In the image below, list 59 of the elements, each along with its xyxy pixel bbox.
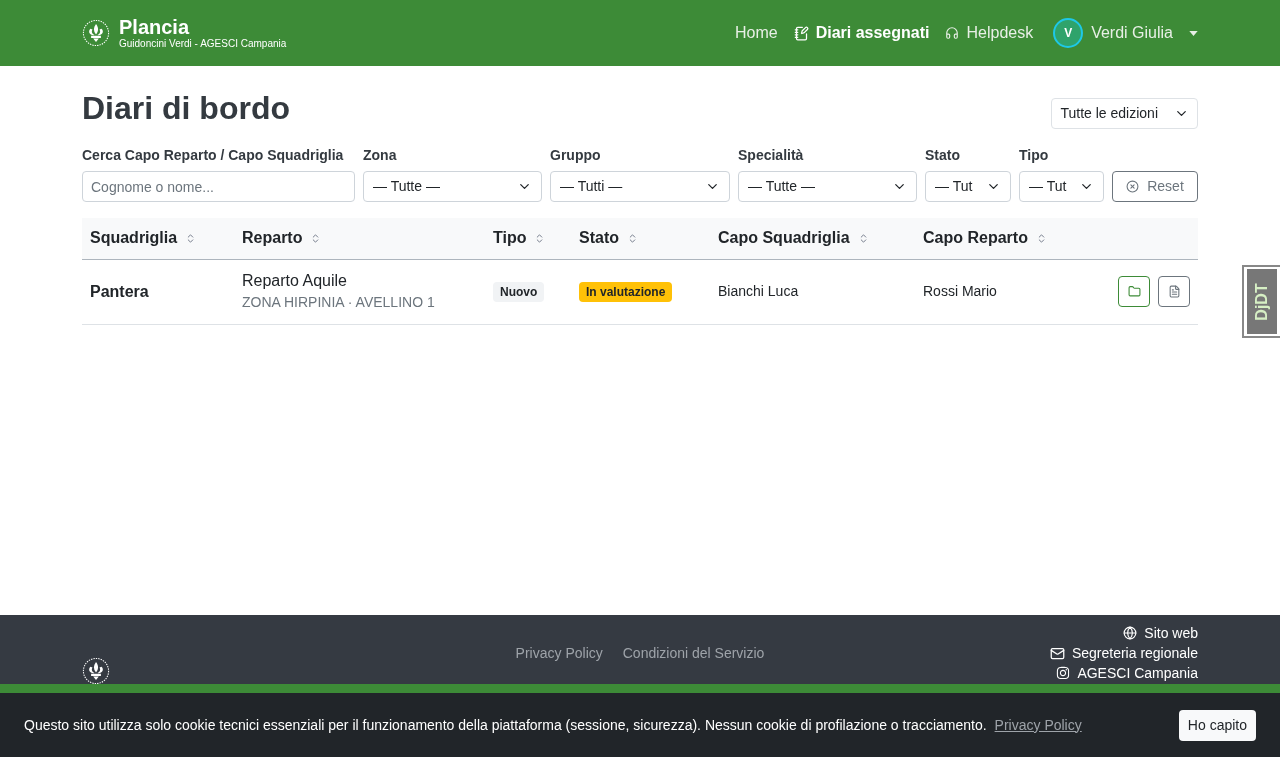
folder-icon [1127,285,1141,298]
reset-button[interactable]: Reset [1112,171,1198,202]
document-icon [1167,285,1181,298]
column-header[interactable]: Stato [579,226,638,251]
privacy-link[interactable]: Privacy Policy [994,714,1082,736]
type-badge: Nuovo [493,282,545,302]
filter-select[interactable]: — Tutti — [550,171,730,202]
pdf-button[interactable] [1158,276,1190,307]
filter-select[interactable]: — Tutte — [738,171,917,202]
debug-toolbar-handle[interactable]: DjDT [1242,265,1280,338]
search-field[interactable]: Cognome o nome... [82,171,355,202]
footer-link[interactable]: Privacy Policy [515,643,603,664]
column-header[interactable]: Reparto [242,226,322,251]
table-cell: Bianchi Luca [718,283,799,299]
location-text: ZONA HIRPINIA · AVELLINO 1 [242,292,436,312]
contact-link[interactable]: Sito web [1123,624,1198,642]
instagram-icon [1056,666,1071,680]
open-folder-button[interactable] [1118,276,1150,307]
filter-select[interactable]: — Tut [1019,171,1104,202]
filter-select[interactable]: — Tut [925,171,1011,202]
close-icon [1126,180,1140,193]
table-cell-text: Reparto Aquile [242,270,348,291]
filter-label: Zona [363,146,398,165]
user-avatar: V [1053,18,1084,48]
nav-link[interactable]: Diari assegnati [793,21,930,45]
contact-link[interactable]: AGESCI Campania [1056,664,1198,682]
mail-icon [1049,645,1065,661]
toolbar-label: DjDT [1252,282,1271,321]
filter-select[interactable]: — Tutte — [363,171,542,202]
filter-label: Cerca Capo Reparto / Capo Squadriglia [82,146,345,165]
cookie-notice: Questo sito utilizza solo cookie tecnici essenziali per il funzionamento della piattaforma (sessione, sicurezza). Nessun cookie di profilazione o tracciamento. [24,715,987,735]
headphones-icon [945,26,960,40]
globe-icon [1123,626,1138,640]
nav-link[interactable]: Home [734,21,778,45]
filter-label: Gruppo [550,146,602,165]
column-header[interactable]: Capo Reparto [923,226,1047,251]
user-menu[interactable]: V Verdi Giulia [1053,18,1198,48]
accept-button[interactable]: Ho capito [1178,709,1256,741]
column-header[interactable]: Squadriglia [90,226,197,251]
filter-label: Tipo [1019,146,1050,165]
page-title: Diari di bordo [82,89,290,128]
footer-link[interactable]: Condizioni del Servizio [622,643,765,664]
fleur-de-lis-logo-icon [82,657,110,685]
nav-link[interactable]: Helpdesk [945,21,1034,45]
column-header[interactable]: Tipo [493,226,546,251]
app-title[interactable]: Plancia [119,16,287,38]
sort-icon [627,232,638,244]
filter-label: Stato [925,146,961,165]
table-cell: Rossi Mario [923,283,997,299]
table-cell: Pantera [90,282,149,300]
caret-icon [1189,30,1198,36]
edition-select[interactable]: Tutte le edizioni [1051,98,1198,129]
column-header[interactable]: Capo Squadriglia [718,226,869,251]
contact-link[interactable]: Segreteria regionale [1049,644,1198,662]
app-subtitle: Guidoncini Verdi - AGESCI Campania [119,38,287,50]
filter-label: Specialità [738,146,805,165]
fleur-de-lis-logo-icon [82,19,110,47]
status-badge: In valutazione [579,282,673,302]
notebook-icon [793,25,809,41]
